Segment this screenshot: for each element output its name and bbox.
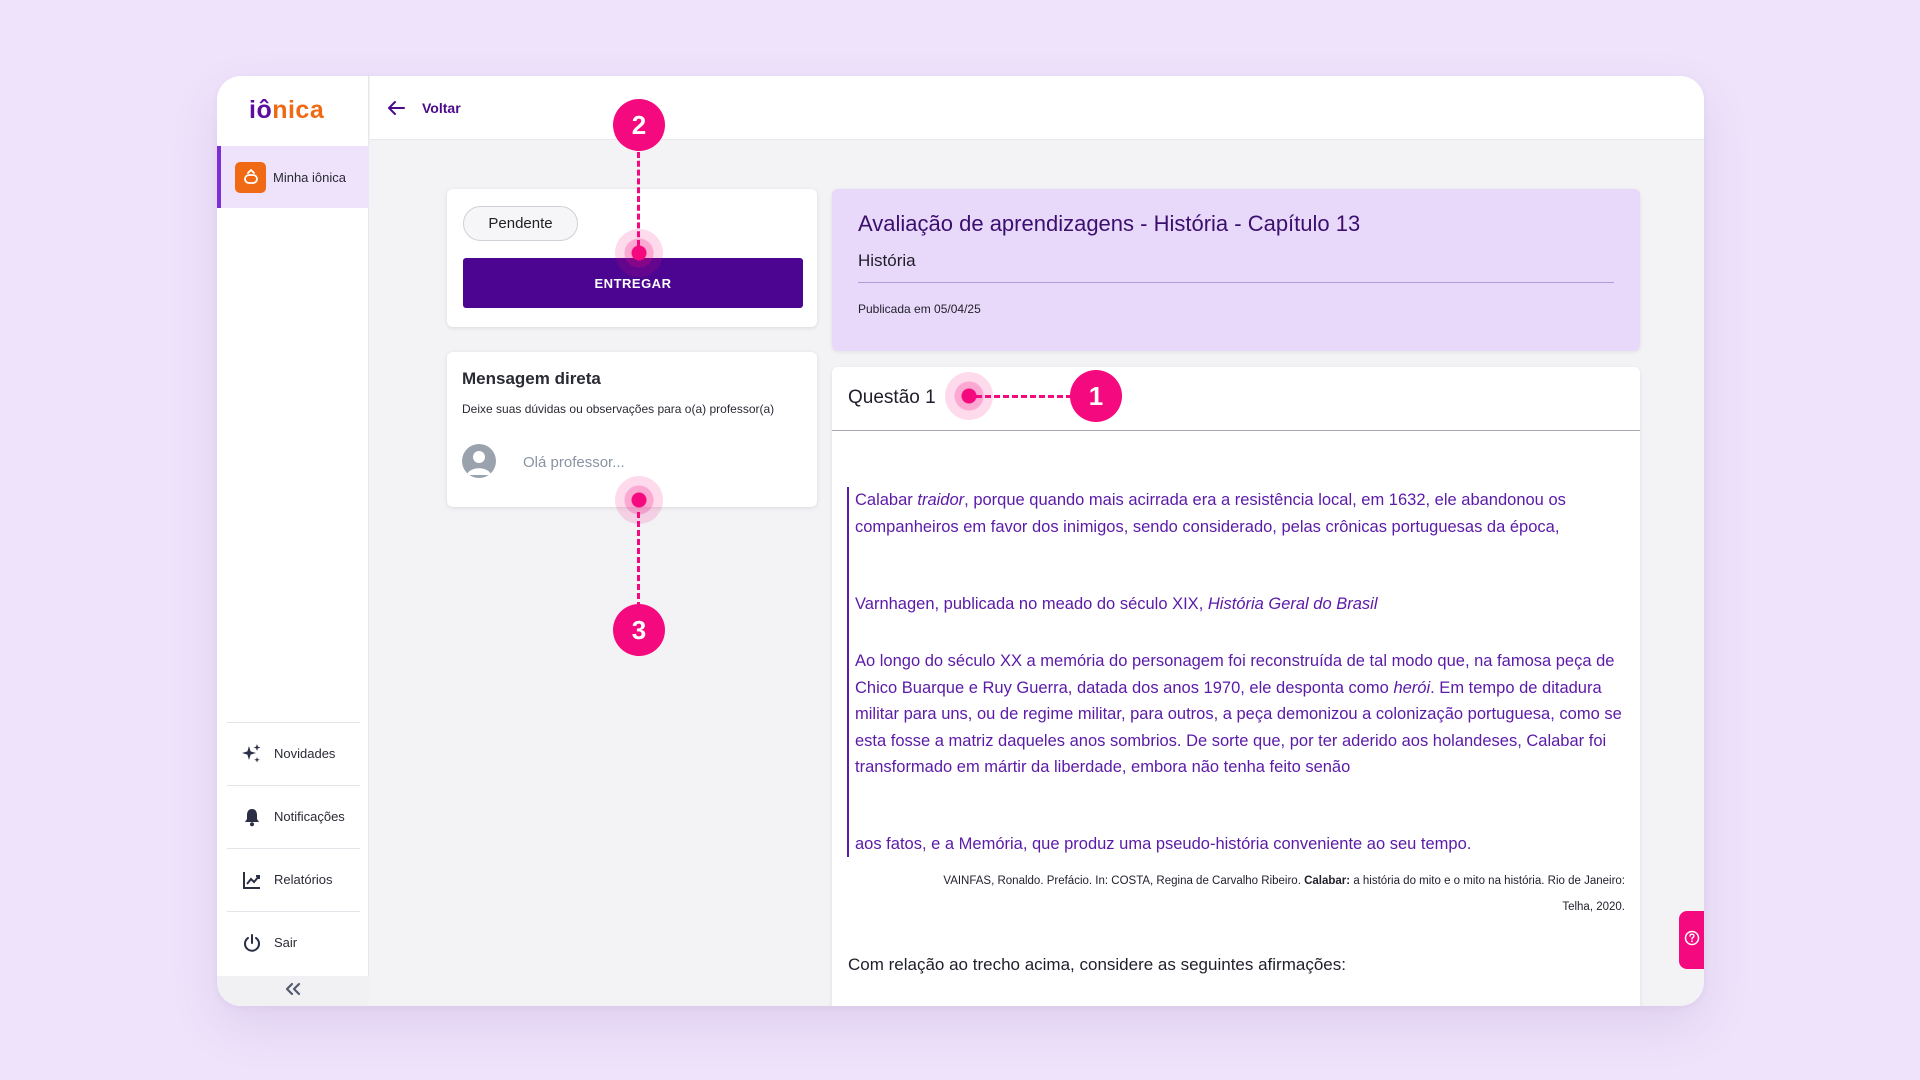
callout-2-target: [615, 229, 663, 277]
quote-paragraph-1: Calabar traidor, porque quando mais acir…: [855, 487, 1625, 540]
reference-line-1: VAINFAS, Ronaldo. Prefácio. In: COSTA, R…: [943, 875, 1625, 887]
bell-icon: [241, 806, 263, 828]
back-button[interactable]: Voltar: [384, 96, 461, 120]
help-button[interactable]: [1679, 911, 1704, 969]
sidebar-item-novidades[interactable]: Novidades: [227, 722, 360, 784]
quote-paragraph-2: Varnhagen, publicada no meado do século …: [855, 591, 1625, 618]
question-prompt: Com relação ao trecho acima, considere a…: [848, 955, 1346, 974]
callout-1: 1: [1070, 370, 1122, 422]
reference-bold: Calabar:: [1304, 875, 1351, 887]
quote-paragraph-4: aos fatos, e a Memória, que produz uma p…: [855, 835, 1472, 853]
user-icon: [467, 451, 491, 475]
quote-emphasis: herói: [1393, 678, 1431, 697]
quote-block: Calabar traidor, porque quando mais acir…: [847, 487, 1622, 857]
reference-text: a história do mito e o mito na história.…: [1350, 875, 1625, 887]
avatar: [462, 444, 496, 478]
divider: [858, 282, 1614, 283]
callout-3-line: [637, 512, 640, 608]
back-label: Voltar: [422, 99, 461, 116]
app-logo[interactable]: iô nica: [249, 96, 324, 128]
arrow-left-icon: [384, 96, 408, 120]
chart-icon: [241, 869, 263, 891]
top-bar: Voltar: [370, 76, 1704, 140]
reference-line-2: Telha, 2020.: [1562, 901, 1625, 913]
sidebar-item-sair[interactable]: Sair: [227, 911, 360, 973]
sparkles-icon: [241, 743, 263, 765]
quote-emphasis: traidor: [917, 491, 965, 509]
sidebar: iô nica Minha iônica Novidades Notificaç…: [217, 76, 369, 1006]
help-circle-icon: [1684, 930, 1700, 951]
sidebar-item-label: Sair: [274, 935, 298, 950]
callout-2: 2: [613, 99, 665, 151]
collapse-sidebar-button[interactable]: [217, 976, 369, 1006]
sidebar-item-label: Relatórios: [274, 872, 333, 887]
callout-3: 3: [613, 604, 665, 656]
sidebar-item-relatorios[interactable]: Relatórios: [227, 848, 360, 910]
sidebar-item-label: Notificações: [274, 809, 345, 824]
quote-emphasis: História Geral do Brasil: [1207, 595, 1378, 613]
sidebar-item-label: Novidades: [274, 746, 336, 761]
direct-message-subtitle: Deixe suas dúvidas ou observações para o…: [462, 402, 775, 416]
reference-text: VAINFAS, Ronaldo. Prefácio. In: COSTA, R…: [943, 875, 1305, 887]
question-card: Questão 1 Calabar traidor, porque quando…: [832, 367, 1640, 1006]
status-badge: Pendente: [463, 206, 578, 241]
direct-message-title: Mensagem direta: [462, 369, 601, 388]
logo-part-1: iô: [249, 96, 273, 124]
power-icon: [241, 932, 263, 954]
double-chevron-left-icon: [284, 982, 302, 1001]
sidebar-item-minha-ionica[interactable]: Minha iônica: [217, 146, 369, 208]
logo-part-2: nica: [272, 96, 325, 124]
assessment-subject: História: [858, 251, 916, 270]
quote-paragraph-3: Ao longo do século XX a memória do perso…: [855, 648, 1625, 781]
message-input[interactable]: [523, 448, 793, 476]
published-date: Publicada em 05/04/25: [858, 302, 981, 316]
assessment-header: Avaliação de aprendizagens - História - …: [832, 189, 1640, 351]
sidebar-item-label: Minha iônica: [273, 169, 346, 185]
sidebar-item-notificacoes[interactable]: Notificações: [227, 785, 360, 847]
quote-text: Calabar: [855, 491, 918, 509]
question-title: Questão 1: [848, 387, 936, 408]
assessment-title: Avaliação de aprendizagens - História - …: [858, 211, 1361, 236]
callout-1-line: [976, 395, 1072, 398]
app-window: iô nica Minha iônica Novidades Notificaç…: [217, 76, 1704, 1006]
home-icon: [235, 161, 266, 193]
quote-text: Varnhagen, publicada no meado do século …: [855, 595, 1208, 613]
